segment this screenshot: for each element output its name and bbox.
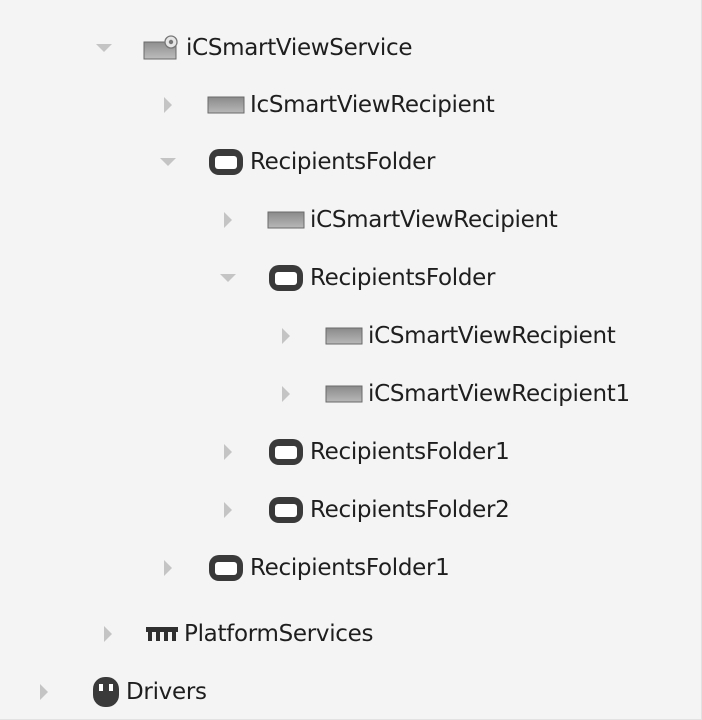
tree-node-recipientsfolder[interactable]: RecipientsFolder <box>218 258 495 298</box>
expanded-arrow-icon[interactable] <box>94 38 114 58</box>
tree-node-label: IcSmartViewRecipient <box>250 92 495 118</box>
tree-node-recipientsfolder[interactable]: RecipientsFolder <box>158 142 435 182</box>
recipient-icon <box>266 209 306 231</box>
collapsed-arrow-icon[interactable] <box>276 384 296 404</box>
tree-node-icsmartviewservice[interactable]: iCSmartViewService <box>94 28 413 68</box>
folder-icon <box>206 146 246 178</box>
folder-icon <box>266 436 306 468</box>
tree-node-label: RecipientsFolder1 <box>310 439 510 465</box>
collapsed-arrow-icon[interactable] <box>98 624 118 644</box>
collapsed-arrow-icon[interactable] <box>276 326 296 346</box>
tree-node-icsmartviewrecipient[interactable]: iCSmartViewRecipient <box>276 316 616 356</box>
tree-node-label: Drivers <box>126 679 207 705</box>
tree-node-icsmartviewrecipient[interactable]: iCSmartViewRecipient <box>218 200 558 240</box>
platform-services-icon <box>144 624 180 644</box>
recipient-icon <box>206 94 246 116</box>
tree-node-recipientsfolder1[interactable]: RecipientsFolder1 <box>158 548 450 588</box>
tree-node-label: iCSmartViewRecipient <box>368 323 616 349</box>
collapsed-arrow-icon[interactable] <box>34 682 54 702</box>
folder-icon <box>206 552 246 584</box>
tree-node-label: PlatformServices <box>184 621 374 647</box>
tree-node-label: iCSmartViewRecipient1 <box>368 381 630 407</box>
collapsed-arrow-icon[interactable] <box>218 210 238 230</box>
service-icon <box>142 33 182 63</box>
expanded-arrow-icon[interactable] <box>158 152 178 172</box>
tree-node-label: RecipientsFolder2 <box>310 497 510 523</box>
recipient-icon <box>324 325 364 347</box>
folder-icon <box>266 494 306 526</box>
tree-node-label: iCSmartViewService <box>186 35 413 61</box>
tree-node-platformservices[interactable]: PlatformServices <box>98 614 373 654</box>
collapsed-arrow-icon[interactable] <box>158 95 178 115</box>
drivers-icon <box>88 675 124 709</box>
folder-icon <box>266 262 306 294</box>
tree-node-icsmartviewrecipient[interactable]: IcSmartViewRecipient <box>158 85 495 125</box>
collapsed-arrow-icon[interactable] <box>158 558 178 578</box>
tree-node-recipientsfolder1[interactable]: RecipientsFolder1 <box>218 432 510 472</box>
tree-node-label: RecipientsFolder1 <box>250 555 450 581</box>
collapsed-arrow-icon[interactable] <box>218 442 238 462</box>
expanded-arrow-icon[interactable] <box>218 268 238 288</box>
tree-node-label: RecipientsFolder <box>250 149 436 175</box>
tree-node-recipientsfolder2[interactable]: RecipientsFolder2 <box>218 490 510 530</box>
tree-node-label: RecipientsFolder <box>310 265 496 291</box>
collapsed-arrow-icon[interactable] <box>218 500 238 520</box>
recipient-icon <box>324 383 364 405</box>
nav-tree-panel: iCSmartViewService IcSmartViewRecipient <box>0 0 702 720</box>
tree-node-drivers[interactable]: Drivers <box>34 672 207 712</box>
tree-node-label: iCSmartViewRecipient <box>310 207 558 233</box>
tree-node-icsmartviewrecipient1[interactable]: iCSmartViewRecipient1 <box>276 374 630 414</box>
